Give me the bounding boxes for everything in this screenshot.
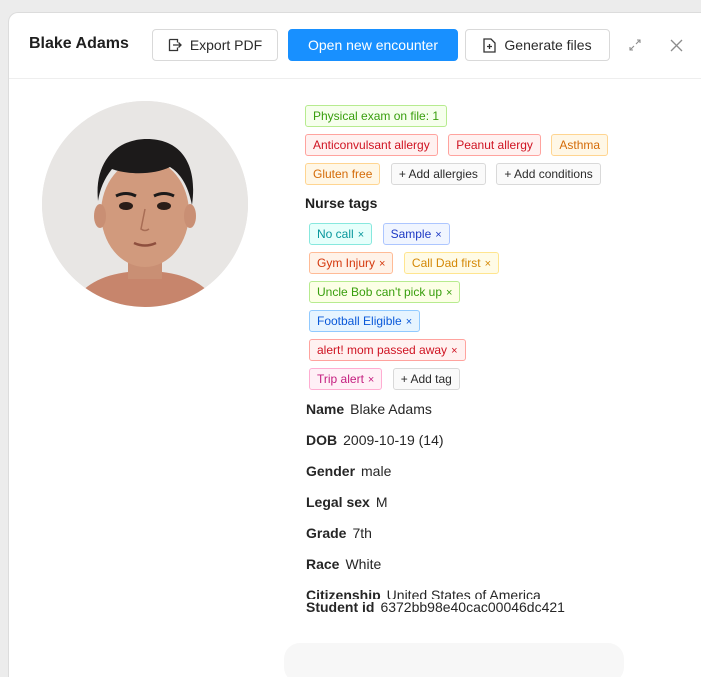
nurse-tag-label: Football Eligible [317,314,402,328]
close-icon[interactable]: × [451,345,457,357]
field-label: Grade [306,525,347,541]
field-label: DOB [306,432,338,448]
field-label: Race [306,556,340,572]
generate-files-button[interactable]: Generate files [465,29,610,61]
field-citizenship: Citizenship United States of America [306,587,686,599]
field-grade: Grade 7th [306,525,686,556]
nurse-tag: No call × [309,223,373,245]
field-legal-sex: Legal sex M [306,494,686,525]
panel-header: Blake Adams Export PDF Open new encounte… [9,13,701,79]
expand-icon[interactable] [625,35,645,55]
nurse-tags-heading: Nurse tags [305,195,378,211]
tag-peanut-allergy: Peanut allergy [448,134,541,156]
scroll-shadow [284,643,624,677]
field-student-id: Student id 6372bb98e40cac00046dc421 [306,599,686,630]
nurse-tag-label: Gym Injury [317,256,376,270]
field-value: White [345,556,382,572]
field-label: Student id [306,599,375,615]
tags-section: Physical exam on file: 1 Anticonvulsant … [305,105,665,397]
field-value: 6372bb98e40cac00046dc421 [380,599,565,615]
nurse-tag-label: No call [317,227,354,241]
student-profile-panel: Blake Adams Export PDF Open new encounte… [8,12,701,677]
open-new-encounter-label: Open new encounter [308,37,438,53]
field-label: Legal sex [306,494,370,510]
field-value: M [375,494,388,510]
field-value: male [361,463,392,479]
export-pdf-button[interactable]: Export PDF [152,29,278,61]
nurse-tag-label: Trip alert [317,372,364,386]
nurse-tag: Gym Injury × [309,252,394,274]
nurse-tag-label: Call Dad first [411,256,481,270]
field-dob: DOB 2009-10-19 (14) [306,432,686,463]
tag-physical-exam: Physical exam on file: 1 [305,105,448,127]
nurse-tag-list: No call × Sample × Gym Injury × Call Dad fi… [305,223,665,397]
nurse-tag: Sample × [382,223,450,245]
close-icon[interactable]: × [358,229,364,241]
status-tag-list: Physical exam on file: 1 Anticonvulsant … [305,105,665,192]
close-icon[interactable]: × [485,258,491,270]
nurse-tag: Football Eligible × [309,310,421,332]
close-icon[interactable] [666,35,686,55]
export-icon [168,38,182,52]
nurse-tag-label: Uncle Bob can't pick up [317,285,443,299]
student-details: Name Blake Adams DOB 2009-10-19 (14) Gende… [306,401,686,630]
tag-asthma: Asthma [551,134,609,156]
field-gender: Gender male [306,463,686,494]
add-conditions-button[interactable]: + Add conditions [496,163,601,185]
close-icon[interactable]: × [406,316,412,328]
close-icon[interactable]: × [379,258,385,270]
nurse-tag-label: Sample [390,227,432,241]
generate-files-label: Generate files [504,37,592,53]
field-label: Name [306,401,345,417]
field-value: 7th [352,525,372,541]
field-value: 2009-10-19 (14) [343,432,444,448]
field-label: Citizenship [306,587,381,599]
open-new-encounter-button[interactable]: Open new encounter [288,29,458,61]
field-label: Gender [306,463,356,479]
export-pdf-label: Export PDF [189,37,263,53]
field-value: Blake Adams [350,401,432,417]
tag-anticonvulsant-allergy: Anticonvulsant allergy [305,134,438,156]
close-icon[interactable]: × [368,374,374,386]
nurse-tag: Call Dad first × [403,252,500,274]
nurse-tag-label: alert! mom passed away [317,343,448,357]
field-race: Race White [306,556,686,587]
add-tag-button[interactable]: + Add tag [392,368,460,390]
student-name-title: Blake Adams [29,35,129,52]
tag-gluten-free: Gluten free [305,163,381,185]
close-icon[interactable]: × [446,287,452,299]
field-name: Name Blake Adams [306,401,686,432]
nurse-tag: Trip alert × [309,368,383,390]
student-avatar [42,101,248,307]
field-value: United States of America [386,587,541,599]
close-icon[interactable]: × [435,229,441,241]
nurse-tag: Uncle Bob can't pick up × [309,281,461,303]
add-allergies-button[interactable]: + Add allergies [390,163,486,185]
file-add-icon [483,37,497,53]
nurse-tag: alert! mom passed away × [309,339,466,361]
